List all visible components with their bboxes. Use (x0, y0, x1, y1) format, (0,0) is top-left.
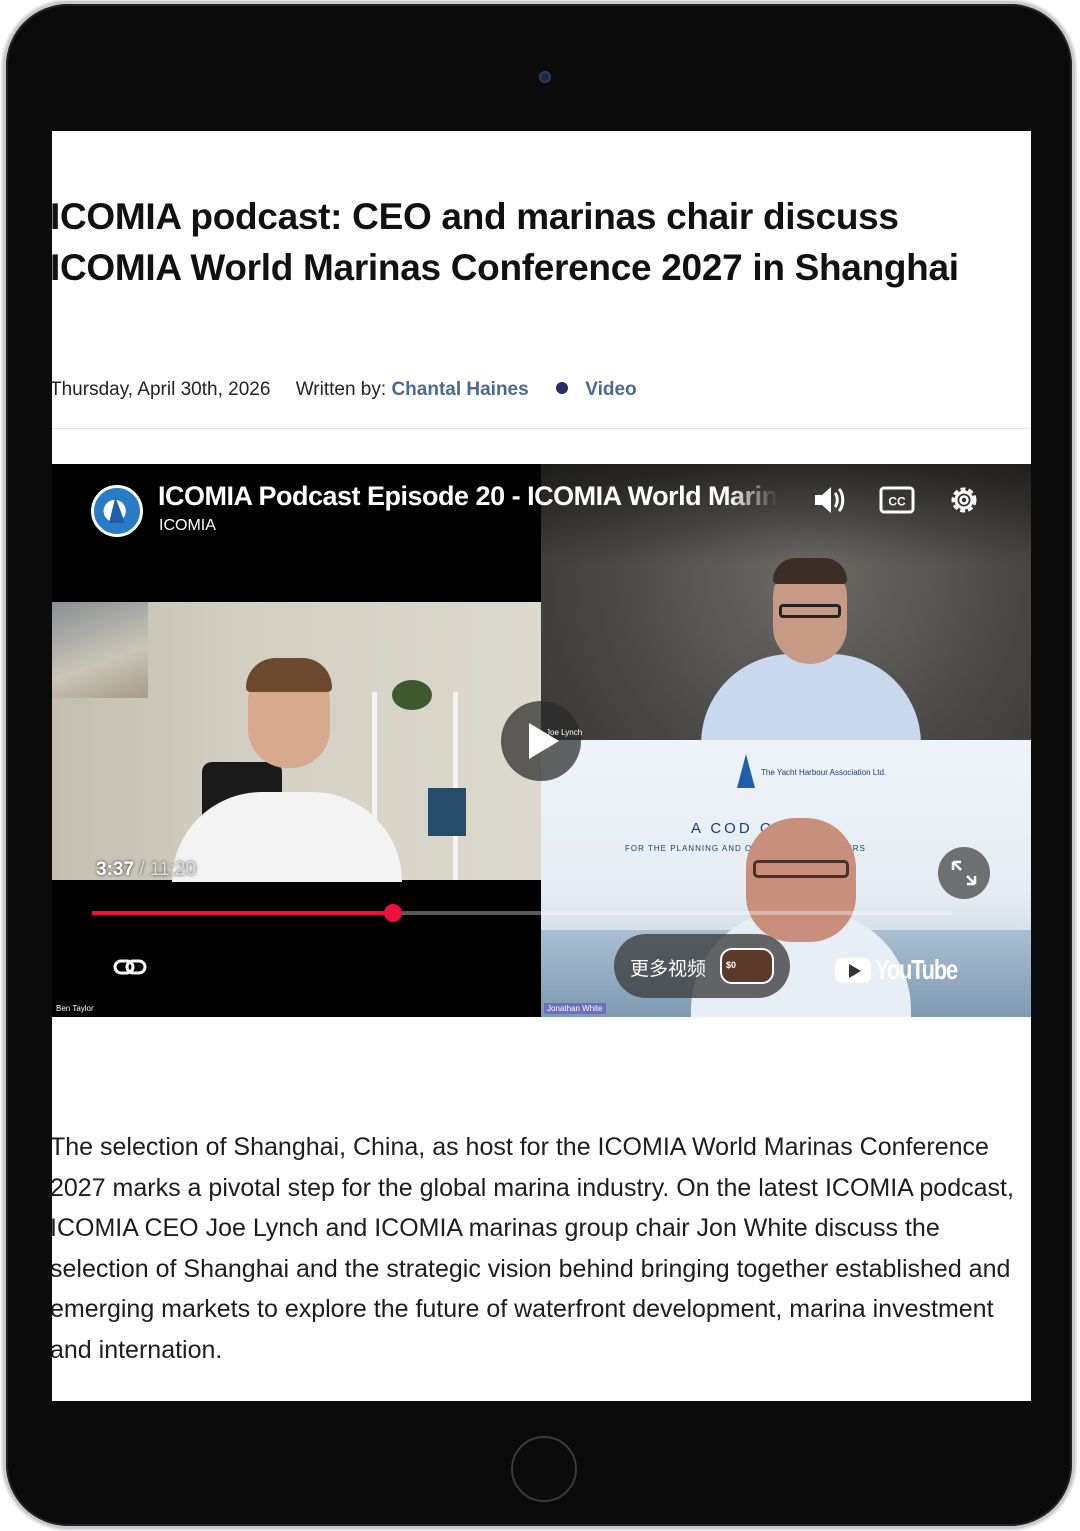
video-frame-left (52, 602, 541, 882)
time-readout: 3:37 / 11:20 (96, 859, 196, 881)
yacht-harbour-logo-icon (737, 754, 755, 788)
progress-fill (92, 911, 393, 915)
youtube-wordmark: YouTube (875, 954, 958, 985)
slide-org: The Yacht Harbour Association Ltd. (761, 768, 887, 777)
publish-date: Thursday, April 30th, 2026 (52, 379, 271, 400)
fullscreen-icon (951, 860, 977, 886)
channel-avatar[interactable] (91, 485, 143, 537)
meta-divider (52, 428, 1031, 429)
home-button[interactable] (511, 1436, 577, 1502)
fullscreen-button[interactable] (938, 847, 990, 899)
front-camera (539, 71, 551, 83)
written-by-label: Written by: (295, 379, 387, 400)
channel-name[interactable]: ICOMIA (159, 517, 216, 535)
more-videos-button[interactable]: 更多视频 $0 (614, 934, 790, 998)
youtube-player[interactable]: The Yacht Harbour Association Ltd. A COD… (52, 464, 1031, 1017)
link-icon[interactable] (112, 952, 148, 982)
browser-screen: ICOMIA podcast: CEO and marinas chair di… (52, 131, 1031, 1401)
time-separator: / (134, 859, 150, 880)
tablet-device: ICOMIA podcast: CEO and marinas chair di… (6, 4, 1072, 1526)
article-body: The selection of Shanghai, China, as hos… (52, 1133, 1014, 1364)
svg-text:CC: CC (888, 495, 906, 509)
play-button[interactable] (501, 701, 581, 781)
category-link[interactable]: Video (585, 379, 636, 400)
author-link[interactable]: Chantal Haines (391, 379, 528, 400)
closed-captions-icon[interactable]: CC (875, 478, 919, 522)
participant-label-left: Ben Taylor (56, 1004, 94, 1013)
progress-bar[interactable] (92, 904, 952, 922)
settings-gear-icon[interactable] (942, 478, 986, 522)
category-dot-icon (555, 382, 568, 394)
article-meta: Thursday, April 30th, 2026 Written by: C… (52, 379, 637, 401)
play-icon (529, 723, 559, 759)
scrubber-handle[interactable] (384, 904, 402, 922)
duration: 11:20 (149, 859, 197, 880)
current-time: 3:37 (96, 859, 135, 880)
more-videos-thumb-text: $0 (726, 960, 737, 970)
more-videos-thumbnail: $0 (720, 948, 774, 984)
article-title: ICOMIA podcast: CEO and marinas chair di… (52, 196, 959, 288)
youtube-logo[interactable]: YouTube (835, 954, 958, 986)
participant-label-top-right: Joe Lynch (546, 728, 583, 737)
volume-icon[interactable] (807, 478, 851, 522)
more-videos-label: 更多视频 (630, 958, 707, 980)
video-title[interactable]: ICOMIA Podcast Episode 20 - ICOMIA World… (158, 481, 778, 512)
participant-label-bottom-right: Jonathan White (544, 1003, 606, 1014)
